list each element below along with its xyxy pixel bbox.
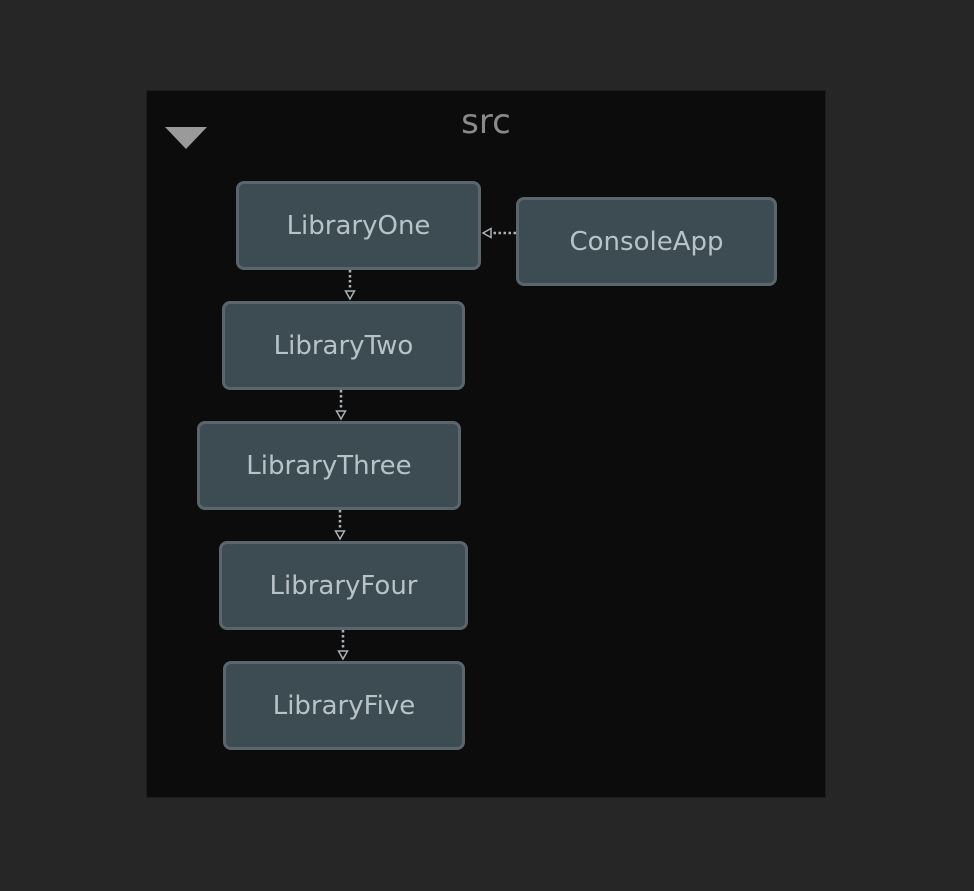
node-label: LibraryFive <box>272 690 416 721</box>
node-label: LibraryFour <box>269 570 418 601</box>
node-console-app[interactable]: ConsoleApp <box>516 197 777 286</box>
node-library-two[interactable]: LibraryTwo <box>222 301 465 390</box>
node-library-three[interactable]: LibraryThree <box>197 421 461 510</box>
group-title: src <box>461 102 511 142</box>
node-library-five[interactable]: LibraryFive <box>223 661 465 750</box>
triangle-down-icon[interactable] <box>165 127 209 153</box>
node-label: ConsoleApp <box>569 226 724 257</box>
node-label: LibraryTwo <box>273 330 414 361</box>
node-label: LibraryOne <box>286 210 431 241</box>
node-library-one[interactable]: LibraryOne <box>236 181 481 270</box>
diagram-canvas: src LibraryOne LibraryTwo LibraryThree L… <box>0 0 974 891</box>
node-library-four[interactable]: LibraryFour <box>219 541 468 630</box>
node-label: LibraryThree <box>246 450 412 481</box>
